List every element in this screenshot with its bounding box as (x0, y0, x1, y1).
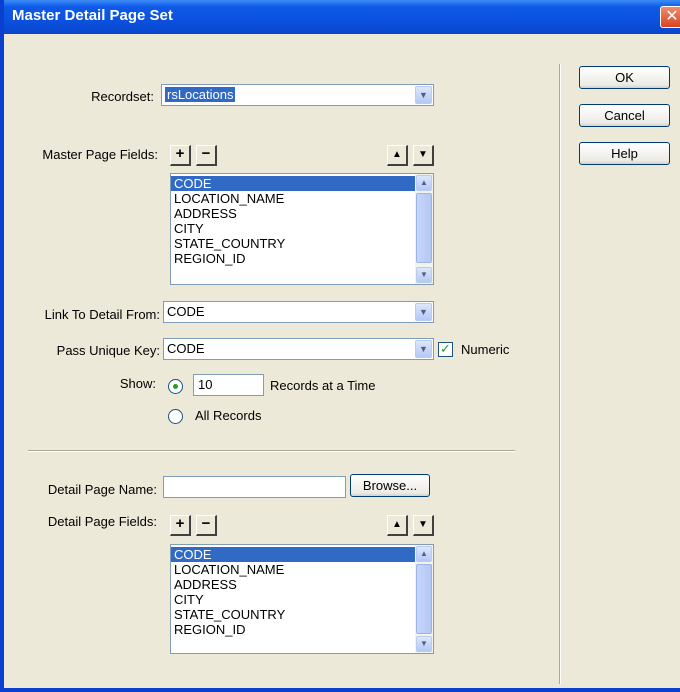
add-master-field-button[interactable]: + (170, 145, 191, 166)
chevron-down-icon[interactable]: ▼ (415, 86, 432, 104)
list-item[interactable]: STATE_COUNTRY (171, 236, 415, 251)
title-bar: Master Detail Page Set (4, 0, 680, 34)
list-item[interactable]: LOCATION_NAME (171, 191, 415, 206)
detail-fields-label: Detail Page Fields: (47, 514, 157, 529)
numeric-label: Numeric (461, 342, 510, 357)
scroll-down-icon[interactable]: ▼ (416, 267, 432, 283)
pass-key-label: Pass Unique Key: (56, 343, 160, 358)
move-down-detail-button[interactable]: ▼ (413, 515, 434, 536)
list-item[interactable]: LOCATION_NAME (171, 562, 415, 577)
link-detail-value: CODE (167, 304, 205, 319)
master-fields-label: Master Page Fields: (42, 147, 158, 162)
detail-page-name-input[interactable] (163, 476, 346, 498)
scroll-up-icon[interactable]: ▲ (416, 546, 432, 562)
list-item[interactable]: REGION_ID (171, 622, 415, 637)
link-detail-select[interactable]: CODE ▼ (163, 301, 434, 323)
window-title: Master Detail Page Set (12, 7, 173, 24)
detail-fields-scrollbar[interactable]: ▲ ▼ (415, 545, 433, 653)
records-at-time-label: Records at a Time (270, 378, 376, 393)
scroll-thumb[interactable] (416, 564, 432, 634)
list-item[interactable]: ADDRESS (171, 206, 415, 221)
list-item[interactable]: CITY (171, 592, 415, 607)
master-fields-scrollbar[interactable]: ▲ ▼ (415, 174, 433, 284)
move-up-detail-button[interactable]: ▲ (387, 515, 408, 536)
list-item[interactable]: REGION_ID (171, 251, 415, 266)
detail-page-name-label: Detail Page Name: (47, 482, 157, 497)
detail-fields-list[interactable]: CODE LOCATION_NAME ADDRESS CITY STATE_COUNTR… (170, 544, 434, 654)
list-item[interactable]: CITY (171, 221, 415, 236)
show-label: Show: (119, 376, 156, 391)
help-button[interactable]: Help (579, 142, 670, 165)
list-item[interactable]: STATE_COUNTRY (171, 607, 415, 622)
list-item[interactable]: CODE (171, 547, 415, 562)
ok-button[interactable]: OK (579, 66, 670, 89)
browse-button[interactable]: Browse... (350, 474, 430, 497)
master-fields-list[interactable]: CODE LOCATION_NAME ADDRESS CITY STATE_COUNTR… (170, 173, 434, 285)
list-item[interactable]: ADDRESS (171, 577, 415, 592)
link-detail-label: Link To Detail From: (44, 307, 160, 322)
all-records-radio[interactable] (168, 409, 183, 424)
cancel-button[interactable]: Cancel (579, 104, 670, 127)
records-at-time-radio[interactable] (168, 379, 183, 394)
vertical-divider (559, 64, 561, 684)
list-item[interactable]: CODE (171, 176, 415, 191)
scroll-up-icon[interactable]: ▲ (416, 175, 432, 191)
scroll-thumb[interactable] (416, 193, 432, 263)
chevron-down-icon[interactable]: ▼ (415, 340, 432, 358)
recordset-label: Recordset: (91, 89, 154, 104)
numeric-checkbox[interactable]: ✓ (438, 342, 453, 357)
recordset-value: rsLocations (165, 87, 236, 102)
recordset-select[interactable]: rsLocations ▼ (161, 84, 434, 106)
remove-master-field-button[interactable]: − (196, 145, 217, 166)
pass-key-value: CODE (167, 341, 205, 356)
move-up-master-button[interactable]: ▲ (387, 145, 408, 166)
scroll-down-icon[interactable]: ▼ (416, 636, 432, 652)
move-down-master-button[interactable]: ▼ (413, 145, 434, 166)
section-divider (28, 450, 515, 452)
add-detail-field-button[interactable]: + (170, 515, 191, 536)
remove-detail-field-button[interactable]: − (196, 515, 217, 536)
chevron-down-icon[interactable]: ▼ (415, 303, 432, 321)
all-records-label: All Records (195, 408, 262, 423)
records-count-input[interactable]: 10 (193, 374, 264, 396)
close-icon[interactable]: ✕ (660, 6, 680, 28)
master-detail-dialog: Master Detail Page Set ✕ Recordset: rsLo… (0, 0, 680, 692)
pass-key-select[interactable]: CODE ▼ (163, 338, 434, 360)
